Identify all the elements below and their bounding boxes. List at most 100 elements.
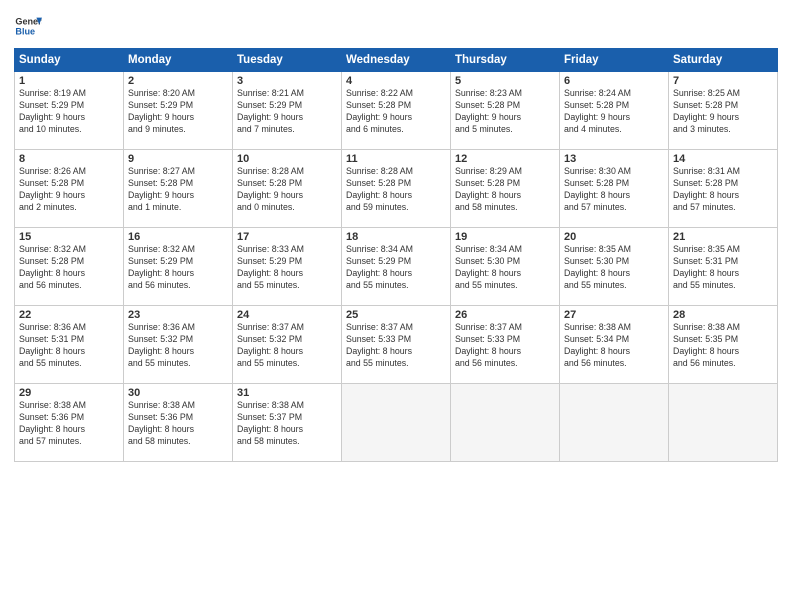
page: General Blue SundayMondayTuesdayWednesda… [0, 0, 792, 612]
weekday-header-thursday: Thursday [451, 49, 560, 72]
calendar-cell [560, 384, 669, 462]
calendar-cell: 28Sunrise: 8:38 AMSunset: 5:35 PMDayligh… [669, 306, 778, 384]
cell-details: Sunrise: 8:24 AMSunset: 5:28 PMDaylight:… [564, 88, 664, 136]
weekday-header-friday: Friday [560, 49, 669, 72]
calendar-cell: 25Sunrise: 8:37 AMSunset: 5:33 PMDayligh… [342, 306, 451, 384]
cell-details: Sunrise: 8:37 AMSunset: 5:33 PMDaylight:… [346, 322, 446, 370]
cell-details: Sunrise: 8:28 AMSunset: 5:28 PMDaylight:… [237, 166, 337, 214]
day-number: 24 [237, 309, 337, 321]
cell-details: Sunrise: 8:28 AMSunset: 5:28 PMDaylight:… [346, 166, 446, 214]
calendar-cell: 9Sunrise: 8:27 AMSunset: 5:28 PMDaylight… [124, 150, 233, 228]
cell-details: Sunrise: 8:30 AMSunset: 5:28 PMDaylight:… [564, 166, 664, 214]
cell-details: Sunrise: 8:35 AMSunset: 5:31 PMDaylight:… [673, 244, 773, 292]
calendar-cell [669, 384, 778, 462]
cell-details: Sunrise: 8:26 AMSunset: 5:28 PMDaylight:… [19, 166, 119, 214]
cell-details: Sunrise: 8:32 AMSunset: 5:28 PMDaylight:… [19, 244, 119, 292]
day-number: 23 [128, 309, 228, 321]
cell-details: Sunrise: 8:34 AMSunset: 5:30 PMDaylight:… [455, 244, 555, 292]
cell-details: Sunrise: 8:38 AMSunset: 5:34 PMDaylight:… [564, 322, 664, 370]
day-number: 12 [455, 153, 555, 165]
day-number: 10 [237, 153, 337, 165]
calendar-table: SundayMondayTuesdayWednesdayThursdayFrid… [14, 48, 778, 462]
weekday-header-tuesday: Tuesday [233, 49, 342, 72]
calendar-cell: 15Sunrise: 8:32 AMSunset: 5:28 PMDayligh… [15, 228, 124, 306]
calendar-cell: 30Sunrise: 8:38 AMSunset: 5:36 PMDayligh… [124, 384, 233, 462]
day-number: 18 [346, 231, 446, 243]
day-number: 28 [673, 309, 773, 321]
cell-details: Sunrise: 8:27 AMSunset: 5:28 PMDaylight:… [128, 166, 228, 214]
day-number: 2 [128, 75, 228, 87]
cell-details: Sunrise: 8:36 AMSunset: 5:31 PMDaylight:… [19, 322, 119, 370]
day-number: 11 [346, 153, 446, 165]
weekday-header-monday: Monday [124, 49, 233, 72]
cell-details: Sunrise: 8:36 AMSunset: 5:32 PMDaylight:… [128, 322, 228, 370]
calendar-cell: 29Sunrise: 8:38 AMSunset: 5:36 PMDayligh… [15, 384, 124, 462]
calendar-cell: 19Sunrise: 8:34 AMSunset: 5:30 PMDayligh… [451, 228, 560, 306]
calendar-cell: 5Sunrise: 8:23 AMSunset: 5:28 PMDaylight… [451, 72, 560, 150]
weekday-header-wednesday: Wednesday [342, 49, 451, 72]
cell-details: Sunrise: 8:38 AMSunset: 5:37 PMDaylight:… [237, 400, 337, 448]
calendar-cell: 20Sunrise: 8:35 AMSunset: 5:30 PMDayligh… [560, 228, 669, 306]
cell-details: Sunrise: 8:33 AMSunset: 5:29 PMDaylight:… [237, 244, 337, 292]
day-number: 14 [673, 153, 773, 165]
cell-details: Sunrise: 8:23 AMSunset: 5:28 PMDaylight:… [455, 88, 555, 136]
calendar-cell: 3Sunrise: 8:21 AMSunset: 5:29 PMDaylight… [233, 72, 342, 150]
calendar-cell: 1Sunrise: 8:19 AMSunset: 5:29 PMDaylight… [15, 72, 124, 150]
day-number: 30 [128, 387, 228, 399]
calendar-cell: 6Sunrise: 8:24 AMSunset: 5:28 PMDaylight… [560, 72, 669, 150]
weekday-header-saturday: Saturday [669, 49, 778, 72]
cell-details: Sunrise: 8:37 AMSunset: 5:33 PMDaylight:… [455, 322, 555, 370]
calendar-cell: 2Sunrise: 8:20 AMSunset: 5:29 PMDaylight… [124, 72, 233, 150]
day-number: 20 [564, 231, 664, 243]
day-number: 21 [673, 231, 773, 243]
cell-details: Sunrise: 8:38 AMSunset: 5:35 PMDaylight:… [673, 322, 773, 370]
calendar-cell [451, 384, 560, 462]
calendar-cell: 17Sunrise: 8:33 AMSunset: 5:29 PMDayligh… [233, 228, 342, 306]
calendar-cell: 11Sunrise: 8:28 AMSunset: 5:28 PMDayligh… [342, 150, 451, 228]
cell-details: Sunrise: 8:37 AMSunset: 5:32 PMDaylight:… [237, 322, 337, 370]
calendar-cell: 4Sunrise: 8:22 AMSunset: 5:28 PMDaylight… [342, 72, 451, 150]
cell-details: Sunrise: 8:19 AMSunset: 5:29 PMDaylight:… [19, 88, 119, 136]
cell-details: Sunrise: 8:25 AMSunset: 5:28 PMDaylight:… [673, 88, 773, 136]
calendar-cell: 24Sunrise: 8:37 AMSunset: 5:32 PMDayligh… [233, 306, 342, 384]
calendar-cell: 8Sunrise: 8:26 AMSunset: 5:28 PMDaylight… [15, 150, 124, 228]
day-number: 3 [237, 75, 337, 87]
day-number: 13 [564, 153, 664, 165]
cell-details: Sunrise: 8:21 AMSunset: 5:29 PMDaylight:… [237, 88, 337, 136]
calendar-cell: 12Sunrise: 8:29 AMSunset: 5:28 PMDayligh… [451, 150, 560, 228]
logo: General Blue [14, 12, 42, 40]
calendar-cell: 14Sunrise: 8:31 AMSunset: 5:28 PMDayligh… [669, 150, 778, 228]
calendar-cell: 22Sunrise: 8:36 AMSunset: 5:31 PMDayligh… [15, 306, 124, 384]
cell-details: Sunrise: 8:29 AMSunset: 5:28 PMDaylight:… [455, 166, 555, 214]
cell-details: Sunrise: 8:38 AMSunset: 5:36 PMDaylight:… [128, 400, 228, 448]
day-number: 17 [237, 231, 337, 243]
day-number: 15 [19, 231, 119, 243]
calendar-cell: 27Sunrise: 8:38 AMSunset: 5:34 PMDayligh… [560, 306, 669, 384]
day-number: 22 [19, 309, 119, 321]
svg-text:Blue: Blue [15, 26, 35, 36]
header: General Blue [14, 12, 778, 40]
calendar-cell: 13Sunrise: 8:30 AMSunset: 5:28 PMDayligh… [560, 150, 669, 228]
cell-details: Sunrise: 8:32 AMSunset: 5:29 PMDaylight:… [128, 244, 228, 292]
day-number: 7 [673, 75, 773, 87]
cell-details: Sunrise: 8:22 AMSunset: 5:28 PMDaylight:… [346, 88, 446, 136]
day-number: 31 [237, 387, 337, 399]
day-number: 6 [564, 75, 664, 87]
day-number: 29 [19, 387, 119, 399]
calendar-cell: 23Sunrise: 8:36 AMSunset: 5:32 PMDayligh… [124, 306, 233, 384]
calendar-cell: 31Sunrise: 8:38 AMSunset: 5:37 PMDayligh… [233, 384, 342, 462]
day-number: 25 [346, 309, 446, 321]
day-number: 4 [346, 75, 446, 87]
day-number: 1 [19, 75, 119, 87]
cell-details: Sunrise: 8:34 AMSunset: 5:29 PMDaylight:… [346, 244, 446, 292]
cell-details: Sunrise: 8:35 AMSunset: 5:30 PMDaylight:… [564, 244, 664, 292]
calendar-cell: 18Sunrise: 8:34 AMSunset: 5:29 PMDayligh… [342, 228, 451, 306]
calendar-cell: 26Sunrise: 8:37 AMSunset: 5:33 PMDayligh… [451, 306, 560, 384]
day-number: 27 [564, 309, 664, 321]
calendar-cell: 16Sunrise: 8:32 AMSunset: 5:29 PMDayligh… [124, 228, 233, 306]
day-number: 8 [19, 153, 119, 165]
calendar-cell: 10Sunrise: 8:28 AMSunset: 5:28 PMDayligh… [233, 150, 342, 228]
day-number: 9 [128, 153, 228, 165]
weekday-header-sunday: Sunday [15, 49, 124, 72]
day-number: 26 [455, 309, 555, 321]
